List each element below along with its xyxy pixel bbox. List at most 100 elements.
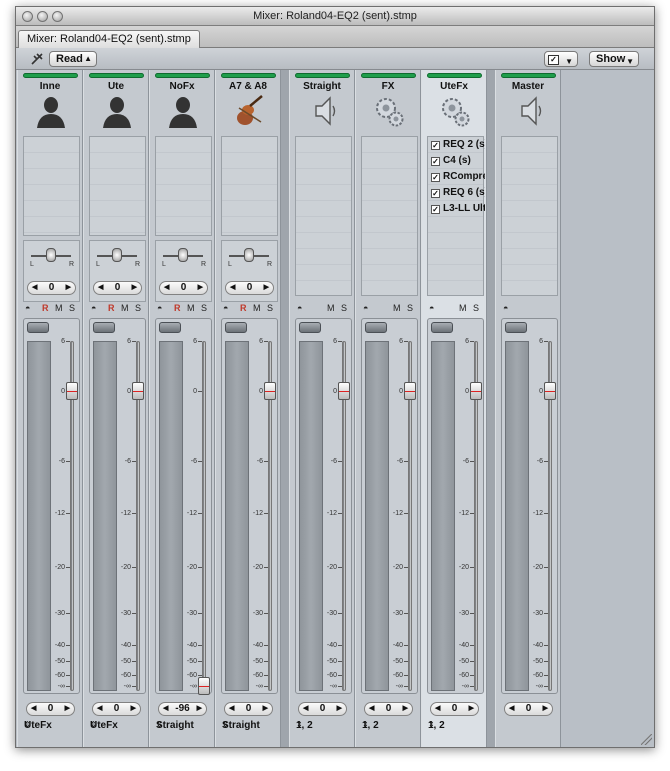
fader-handle[interactable]	[338, 382, 350, 400]
arrow-left-icon[interactable]: ◀	[369, 703, 374, 715]
zoom-button[interactable]	[52, 11, 63, 22]
channel-strip[interactable]: Inne L R ◀ 0 ▶ ◓ R M S 6 0 -6 -12 -20 -30 -40 -50 -60 -∞ ◀ 0 ▶…	[17, 70, 83, 747]
input-monitor-icon[interactable]: ◓	[25, 303, 30, 313]
volume-value-field[interactable]: ◀ 0 ▶	[430, 702, 479, 716]
checkbox-icon[interactable]: ✓	[431, 173, 440, 182]
gears-icon[interactable]	[439, 94, 471, 128]
mute-button[interactable]: M	[459, 303, 467, 313]
fader-track[interactable]	[202, 341, 206, 691]
view-options-button[interactable]: ✓ ▼	[544, 51, 578, 67]
input-monitor-icon[interactable]: ◓	[297, 303, 302, 313]
arrow-right-icon[interactable]: ▶	[66, 282, 71, 294]
volume-value-field[interactable]: ◀ 0 ▶	[504, 702, 553, 716]
link-icon[interactable]	[30, 52, 44, 66]
fader-handle[interactable]	[66, 382, 78, 400]
insert-slots[interactable]	[361, 136, 418, 296]
output-routing[interactable]: UteFx ⇕	[18, 720, 82, 734]
automation-button[interactable]	[299, 322, 321, 333]
channel-name[interactable]: A7 & A8	[216, 81, 280, 92]
insert-slots[interactable]	[89, 136, 146, 236]
title-bar[interactable]: Mixer: Roland04-EQ2 (sent).stmp	[16, 7, 654, 26]
record-button[interactable]: R	[174, 303, 181, 313]
person-icon[interactable]	[35, 94, 67, 128]
insert-slots[interactable]	[221, 136, 278, 236]
arrow-right-icon[interactable]: ▶	[198, 282, 203, 294]
mute-button[interactable]: M	[121, 303, 129, 313]
volume-value-field[interactable]: ◀ 0 ▶	[298, 702, 347, 716]
insert-slot[interactable]: ✓ REQ 6 (s)	[429, 185, 485, 201]
checkbox-icon[interactable]: ✓	[431, 157, 440, 166]
fader-handle[interactable]	[470, 382, 482, 400]
arrow-right-icon[interactable]: ▶	[131, 703, 136, 715]
pan-knob[interactable]	[112, 248, 122, 262]
gears-icon[interactable]	[373, 94, 405, 128]
show-menu-button[interactable]: Show ▼	[589, 51, 639, 67]
automation-button[interactable]	[93, 322, 115, 333]
pan-value-field[interactable]: ◀ 0 ▶	[27, 281, 76, 295]
speaker-icon[interactable]	[513, 94, 545, 128]
record-button[interactable]: R	[42, 303, 49, 313]
mute-button[interactable]: M	[393, 303, 401, 313]
arrow-left-icon[interactable]: ◀	[31, 703, 36, 715]
checkbox-icon[interactable]: ✓	[431, 141, 440, 150]
input-monitor-icon[interactable]: ◓	[91, 303, 96, 313]
arrow-left-icon[interactable]: ◀	[229, 703, 234, 715]
channel-name[interactable]: Ute	[84, 81, 148, 92]
arrow-right-icon[interactable]: ▶	[337, 703, 342, 715]
volume-value-field[interactable]: ◀ 0 ▶	[364, 702, 413, 716]
arrow-left-icon[interactable]: ◀	[32, 282, 37, 294]
pan-knob[interactable]	[244, 248, 254, 262]
channel-strip[interactable]: Master ◓ 6 0 -6 -12 -20 -30 -40 -50 -60 -∞ ◀ 0 ▶	[495, 70, 561, 747]
close-button[interactable]	[22, 11, 33, 22]
output-routing[interactable]: 1, 2 ⇕	[356, 720, 420, 734]
arrow-left-icon[interactable]: ◀	[163, 703, 168, 715]
automation-button[interactable]	[225, 322, 247, 333]
channel-strip[interactable]: Straight ◓ M S 6 0 -6 -12 -20 -30 -40 -50 -60 -∞ ◀ 0 ▶ 1,…	[289, 70, 355, 747]
pan-knob[interactable]	[46, 248, 56, 262]
input-monitor-icon[interactable]: ◓	[429, 303, 434, 313]
fader-handle[interactable]	[404, 382, 416, 400]
arrow-right-icon[interactable]: ▶	[65, 703, 70, 715]
checkbox-icon[interactable]: ✓	[431, 189, 440, 198]
mute-button[interactable]: M	[187, 303, 195, 313]
channel-name[interactable]: Inne	[18, 81, 82, 92]
insert-slots[interactable]: ✓ REQ 2 (s) ✓ C4 (s) ✓ RCompre ✓ REQ 6 (s) ✓ L3-L…	[427, 136, 485, 296]
automation-button[interactable]	[431, 322, 453, 333]
insert-slot[interactable]: ✓ RCompre	[429, 169, 485, 185]
output-routing[interactable]: Straight ⇕	[216, 720, 280, 734]
violin-icon[interactable]	[233, 94, 265, 128]
mute-button[interactable]: M	[55, 303, 63, 313]
speaker-icon[interactable]	[307, 94, 339, 128]
channel-strip[interactable]: Ute L R ◀ 0 ▶ ◓ R M S 6 0 -6 -12 -20 -30 -40 -50 -60 -∞ ◀ 0 ▶ U…	[83, 70, 149, 747]
record-button[interactable]: R	[108, 303, 115, 313]
arrow-left-icon[interactable]: ◀	[509, 703, 514, 715]
arrow-left-icon[interactable]: ◀	[230, 282, 235, 294]
volume-value-field[interactable]: ◀ 0 ▶	[26, 702, 75, 716]
person-icon[interactable]	[167, 94, 199, 128]
insert-slots[interactable]	[501, 136, 558, 296]
arrow-right-icon[interactable]: ▶	[403, 703, 408, 715]
output-routing[interactable]: 1, 2 ⇕	[422, 720, 486, 734]
automation-button[interactable]	[505, 322, 527, 333]
tab-mixer[interactable]: Mixer: Roland04-EQ2 (sent).stmp	[18, 30, 200, 48]
pan-value-field[interactable]: ◀ 0 ▶	[93, 281, 142, 295]
pan-value-field[interactable]: ◀ 0 ▶	[159, 281, 208, 295]
solo-button[interactable]: S	[201, 303, 207, 313]
solo-button[interactable]: S	[69, 303, 75, 313]
arrow-right-icon[interactable]: ▶	[197, 703, 202, 715]
channel-strip[interactable]: UteFx ✓ REQ 2 (s) ✓ C4 (s) ✓ RCompre ✓ REQ 6 (s)…	[421, 70, 487, 747]
volume-value-field[interactable]: ◀ 0 ▶	[224, 702, 273, 716]
solo-button[interactable]: S	[341, 303, 347, 313]
solo-button[interactable]: S	[473, 303, 479, 313]
fader-handle[interactable]	[544, 382, 556, 400]
arrow-right-icon[interactable]: ▶	[264, 282, 269, 294]
mute-button[interactable]: M	[253, 303, 261, 313]
volume-value-field[interactable]: ◀ -96 ▶	[158, 702, 207, 716]
minimize-button[interactable]	[37, 11, 48, 22]
checkbox-icon[interactable]: ✓	[431, 205, 440, 214]
arrow-left-icon[interactable]: ◀	[97, 703, 102, 715]
insert-slot[interactable]: ✓ C4 (s)	[429, 153, 485, 169]
arrow-left-icon[interactable]: ◀	[435, 703, 440, 715]
input-monitor-icon[interactable]: ◓	[223, 303, 228, 313]
insert-slot[interactable]: ✓ L3-LL Ult	[429, 201, 485, 217]
